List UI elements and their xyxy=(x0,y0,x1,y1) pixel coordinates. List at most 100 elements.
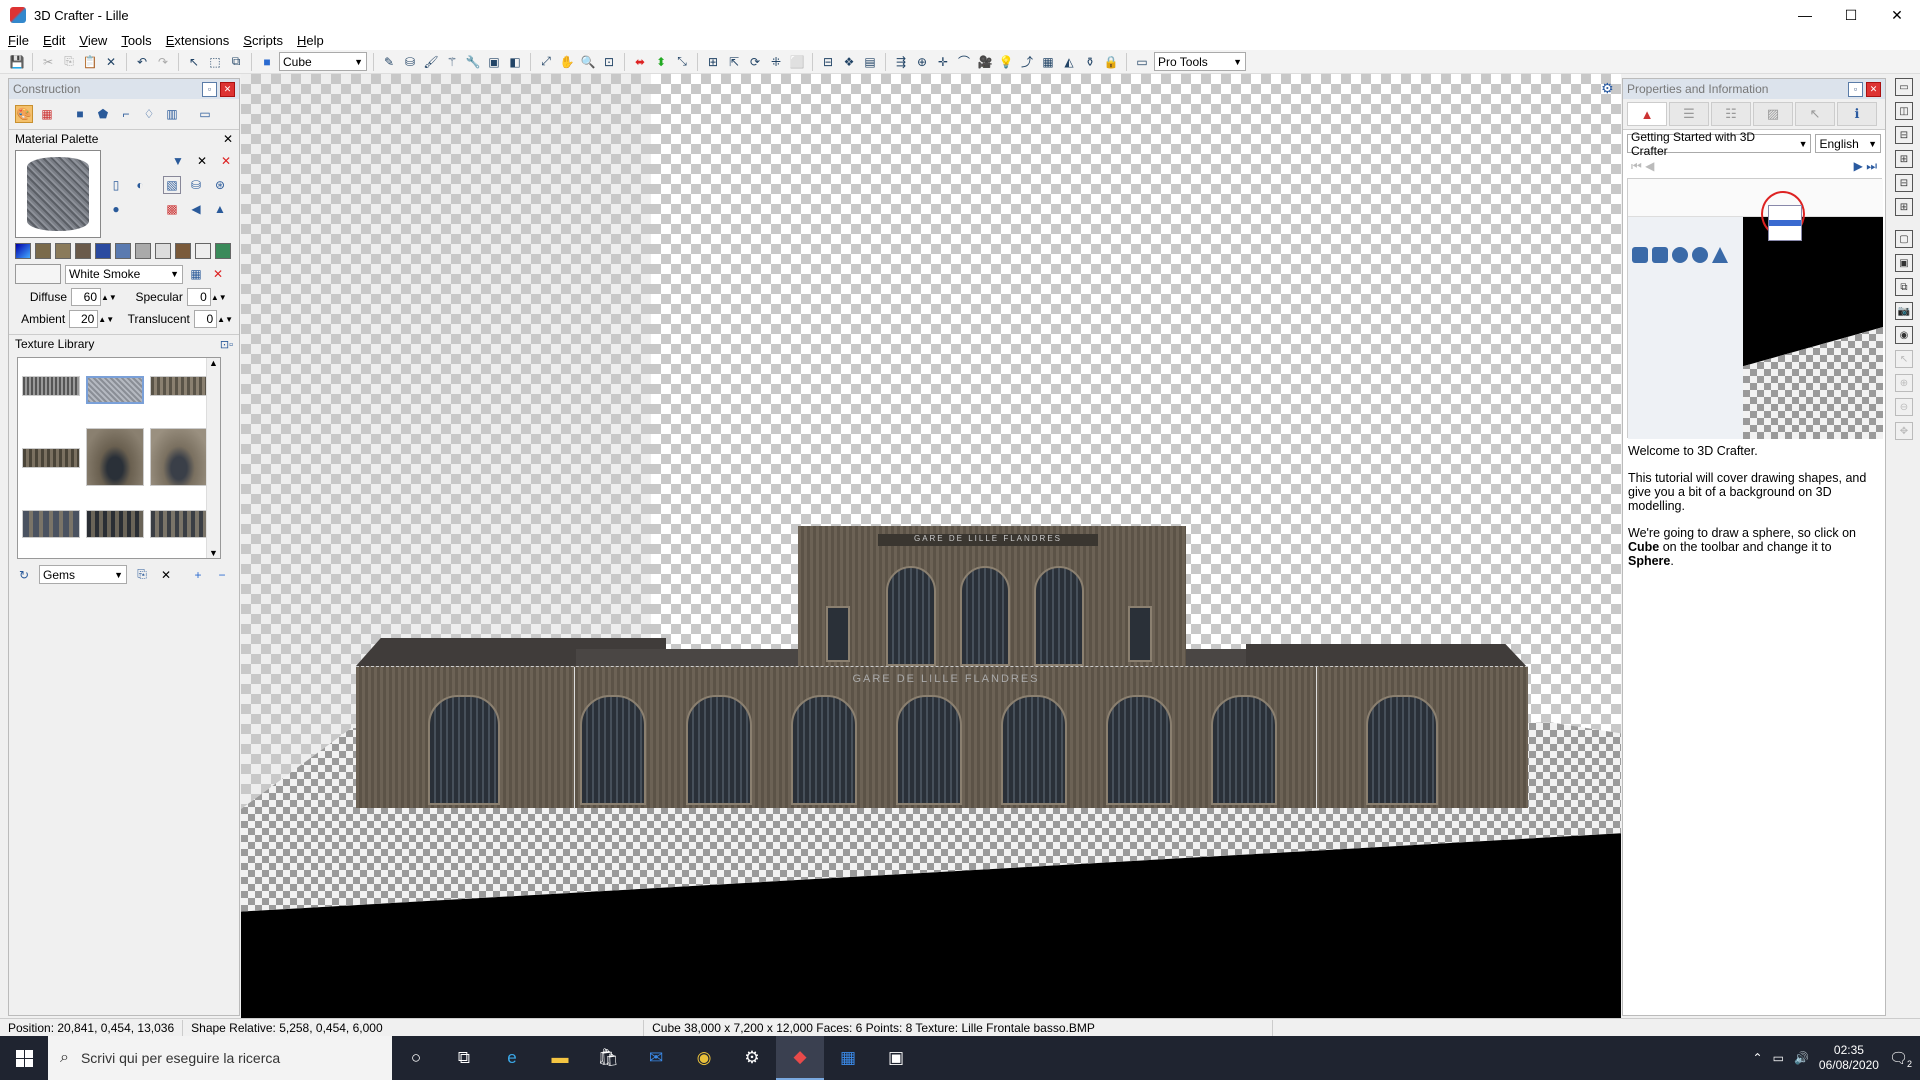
undo-icon[interactable]: ↶ xyxy=(133,53,151,71)
filter-icon[interactable]: ▼ xyxy=(169,152,187,170)
texture-map-icon[interactable]: ▧ xyxy=(163,176,181,194)
camera-icon[interactable]: 🎥 xyxy=(976,53,994,71)
scroll-down-icon[interactable]: ▼ xyxy=(209,548,218,558)
translucent-spinner[interactable]: ▲▼ xyxy=(217,315,233,324)
split-horizontal-icon[interactable]: ⊟ xyxy=(1895,126,1913,144)
snap-icon[interactable]: ⊕ xyxy=(913,53,931,71)
lock-icon[interactable]: 🔒 xyxy=(1102,53,1120,71)
move-y-icon[interactable]: ⬍ xyxy=(652,53,670,71)
delete-material-icon[interactable]: ✕ xyxy=(217,152,235,170)
tray-chevron-up-icon[interactable]: ⌃ xyxy=(1753,1051,1763,1065)
ambient-input[interactable]: 20 xyxy=(69,310,99,328)
material-type-6[interactable] xyxy=(115,243,131,259)
arrange-icon[interactable]: ⇶ xyxy=(892,53,910,71)
curve-icon[interactable]: ⌒ xyxy=(955,53,973,71)
menu-view[interactable]: View xyxy=(79,33,107,48)
tab-list[interactable]: ☰ xyxy=(1669,102,1709,126)
wand-icon[interactable]: ⚚ xyxy=(443,53,461,71)
image-view-icon[interactable]: ▣ xyxy=(1895,254,1913,272)
zoom-in-icon[interactable]: ⊕ xyxy=(1895,374,1913,392)
scatter-icon[interactable]: ⁜ xyxy=(767,53,785,71)
steam-icon[interactable]: ⚙ xyxy=(728,1036,776,1080)
triangle-left-icon[interactable]: ◀ xyxy=(187,200,205,218)
refresh-icon[interactable]: ↻ xyxy=(15,566,33,584)
texture-thumb[interactable] xyxy=(150,428,208,486)
select-region-icon[interactable]: ⬚ xyxy=(206,53,224,71)
scroll-up-icon[interactable]: ▲ xyxy=(209,358,218,368)
quad-view-icon[interactable]: ⊞ xyxy=(1895,150,1913,168)
remove-texture-icon[interactable]: ✕ xyxy=(157,566,175,584)
lathe-tab-icon[interactable]: ⌐ xyxy=(117,105,135,123)
close-icon[interactable]: ✕ xyxy=(223,132,233,146)
film-tab-icon[interactable]: ▥ xyxy=(163,105,181,123)
color-swatch[interactable] xyxy=(15,264,61,284)
brush-icon[interactable]: 🖌 xyxy=(422,53,440,71)
move-x-icon[interactable]: ⬌ xyxy=(631,53,649,71)
frame-icon[interactable]: ⬜ xyxy=(788,53,806,71)
texture-thumb[interactable] xyxy=(22,376,80,396)
clear-color-icon[interactable]: ✕ xyxy=(209,265,227,283)
window-icon[interactable]: ▭ xyxy=(1133,53,1151,71)
menu-help[interactable]: Help xyxy=(297,33,324,48)
expand-icon[interactable]: ⊡▫ xyxy=(220,338,233,351)
start-button[interactable] xyxy=(0,1036,48,1080)
cylinder-preview-icon[interactable]: ⛁ xyxy=(187,176,205,194)
texture-thumb[interactable] xyxy=(86,510,144,538)
save-icon[interactable]: 💾 xyxy=(8,53,26,71)
dot-icon[interactable]: ● xyxy=(107,200,125,218)
tab-info[interactable]: ℹ xyxy=(1837,102,1877,126)
image-icon[interactable]: ▣ xyxy=(485,53,503,71)
fit-icon[interactable]: ⊡ xyxy=(600,53,618,71)
next-page-icon[interactable]: ▶ ⏭ xyxy=(1854,159,1877,174)
copy-view-icon[interactable]: ⧉ xyxy=(1895,278,1913,296)
chrome-icon[interactable]: ◉ xyxy=(680,1036,728,1080)
shape-combo[interactable]: Cube ▼ xyxy=(279,52,367,71)
texture-thumb[interactable] xyxy=(86,428,144,486)
texture-thumb-selected[interactable] xyxy=(86,376,144,404)
ball-preview-icon[interactable]: ⊛ xyxy=(211,176,229,194)
pan-icon[interactable]: ✥ xyxy=(1895,422,1913,440)
tab-details[interactable]: ☷ xyxy=(1711,102,1751,126)
minimize-button[interactable]: — xyxy=(1782,0,1828,30)
scale-icon[interactable]: ⇱ xyxy=(725,53,743,71)
redo-icon[interactable]: ↷ xyxy=(154,53,172,71)
palette-icon[interactable]: ▦ xyxy=(187,265,205,283)
paint-icon[interactable]: ✎ xyxy=(380,53,398,71)
store-icon[interactable]: 🛍 xyxy=(584,1036,632,1080)
mail-icon[interactable]: ✉ xyxy=(632,1036,680,1080)
app-window-icon[interactable]: ▣ xyxy=(872,1036,920,1080)
shape-tab-icon[interactable]: ■ xyxy=(71,105,89,123)
material-tab-icon[interactable]: 🎨 xyxy=(15,105,33,123)
texture-thumb[interactable] xyxy=(22,448,80,468)
3d-viewport[interactable]: ⚙ GARE DE LILLE FLANDRES GARE DE LILLE F… xyxy=(241,74,1621,1018)
tools-cross-icon[interactable]: ✕ xyxy=(193,152,211,170)
texture-thumb[interactable] xyxy=(150,376,208,396)
layers-icon[interactable]: ▤ xyxy=(861,53,879,71)
calculator-icon[interactable]: ▦ xyxy=(824,1036,872,1080)
model-icon[interactable]: ❖ xyxy=(840,53,858,71)
menu-extensions[interactable]: Extensions xyxy=(166,33,230,48)
texture-icon[interactable]: ◧ xyxy=(506,53,524,71)
taskbar-clock[interactable]: 02:35 06/08/2020 xyxy=(1819,1043,1879,1073)
rotate-icon[interactable]: ⟳ xyxy=(746,53,764,71)
path-icon[interactable]: ⤴ xyxy=(1018,53,1036,71)
select-group-icon[interactable]: ⧉ xyxy=(227,53,245,71)
light-icon[interactable]: 💡 xyxy=(997,53,1015,71)
material-type-3[interactable] xyxy=(55,243,71,259)
grid-icon[interactable]: ▦ xyxy=(1039,53,1057,71)
paste-icon[interactable]: 📋 xyxy=(81,53,99,71)
align-icon[interactable]: ⊞ xyxy=(704,53,722,71)
notifications-icon[interactable]: 🗨 2 xyxy=(1889,1049,1912,1069)
tag-tab-icon[interactable]: ⬟ xyxy=(94,105,112,123)
cut-icon[interactable]: ✂ xyxy=(39,53,57,71)
material-type-2[interactable] xyxy=(35,243,51,259)
three-view-icon[interactable]: ⊟ xyxy=(1895,174,1913,192)
edge-icon[interactable]: e xyxy=(488,1036,536,1080)
minus-icon[interactable]: − xyxy=(213,566,231,584)
ambient-spinner[interactable]: ▲▼ xyxy=(98,315,114,324)
3d-crafter-taskbar-icon[interactable]: ◆ xyxy=(776,1036,824,1080)
sphere-preview-icon[interactable]: ◐ xyxy=(131,176,149,194)
copy-icon[interactable]: ⎘ xyxy=(60,53,78,71)
material-type-1[interactable] xyxy=(15,243,31,259)
texture-thumb[interactable] xyxy=(150,510,208,538)
